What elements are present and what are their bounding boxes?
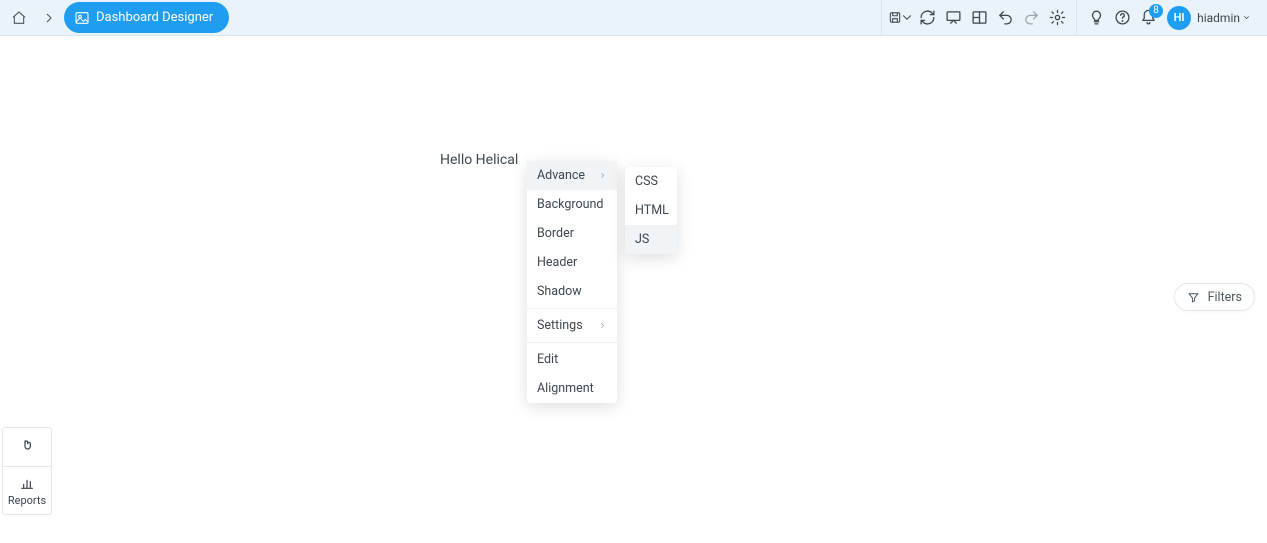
home-icon [11,10,27,26]
notifications-button[interactable]: 8 [1135,4,1161,32]
chevron-right-icon [598,321,607,330]
user-menu[interactable]: HI hiadmin [1161,6,1261,30]
bulb-icon [1088,9,1105,26]
ideas-button[interactable] [1083,4,1109,32]
undo-button[interactable] [992,4,1018,32]
home-button[interactable] [4,0,34,35]
present-button[interactable] [940,4,966,32]
layout-icon [971,9,988,26]
context-menu: Advance Background Border Header Shadow … [527,161,617,403]
ctx-label: HTML [635,203,669,218]
gear-icon [1049,9,1066,26]
avatar: HI [1167,6,1191,30]
settings-button[interactable] [1044,4,1070,32]
help-icon [1114,9,1131,26]
side-tools: Reports [2,427,52,515]
chevron-down-icon [900,9,914,26]
redo-icon [1023,9,1040,26]
ctx-label: Header [537,255,577,270]
chevron-right-icon [41,10,57,26]
ctx-label: Edit [537,352,558,367]
ctx-separator [527,342,617,343]
sub-item-html[interactable]: HTML [625,196,677,225]
undo-icon [997,9,1014,26]
notifications-badge: 8 [1149,4,1163,18]
ctx-label: CSS [635,174,658,189]
breadcrumb-separator [34,0,64,35]
refresh-button[interactable] [914,4,940,32]
widget-text[interactable]: Hello Helical [440,152,518,168]
ctx-item-edit[interactable]: Edit [527,345,617,374]
presentation-icon [945,9,962,26]
breadcrumb-active-label: Dashboard Designer [96,10,213,25]
ctx-separator [527,308,617,309]
ctx-item-alignment[interactable]: Alignment [527,374,617,403]
ctx-label: Alignment [537,381,594,396]
ctx-item-settings[interactable]: Settings [527,311,617,340]
reports-tool[interactable]: Reports [3,466,51,514]
toolbar-primary [881,0,1076,35]
reports-label: Reports [8,494,46,507]
context-submenu: CSS HTML JS [625,167,677,254]
breadcrumb: Dashboard Designer [0,0,233,35]
toolbar-secondary: 8 HI hiadmin [1076,0,1267,35]
ctx-label: Settings [537,318,583,333]
chevron-right-icon [598,171,607,180]
ctx-label: Border [537,226,574,241]
ctx-item-advance[interactable]: Advance [527,161,617,190]
help-button[interactable] [1109,4,1135,32]
filters-button[interactable]: Filters [1174,283,1255,311]
ctx-label: Shadow [537,284,582,299]
barchart-icon [19,475,35,491]
save-button[interactable] [888,4,914,32]
sub-item-css[interactable]: CSS [625,167,677,196]
chevron-down-icon [1242,13,1251,22]
redo-button[interactable] [1018,4,1044,32]
interact-tool[interactable] [3,428,51,466]
sub-item-js[interactable]: JS [625,225,677,254]
pointer-icon [19,439,35,455]
image-icon [74,10,90,26]
filter-icon [1187,291,1200,304]
top-bar: Dashboard Designer [0,0,1267,36]
ctx-label: JS [635,232,649,247]
ctx-label: Advance [537,168,585,183]
ctx-item-border[interactable]: Border [527,219,617,248]
refresh-icon [919,9,936,26]
ctx-label: Background [537,197,603,212]
username-label: hiadmin [1197,11,1251,25]
layout-button[interactable] [966,4,992,32]
ctx-item-background[interactable]: Background [527,190,617,219]
ctx-item-shadow[interactable]: Shadow [527,277,617,306]
ctx-item-header[interactable]: Header [527,248,617,277]
filters-label: Filters [1208,290,1242,305]
breadcrumb-active[interactable]: Dashboard Designer [64,2,229,33]
